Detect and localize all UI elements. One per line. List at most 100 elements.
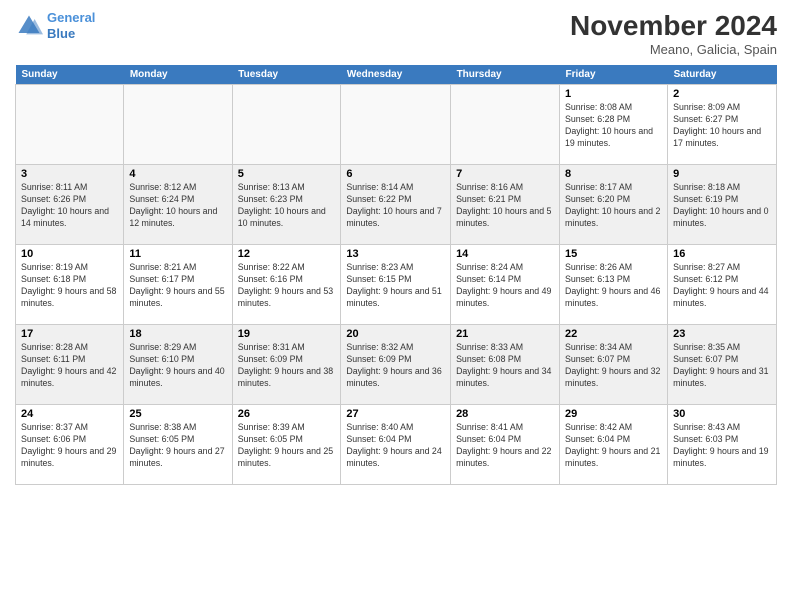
day-info: Sunrise: 8:34 AM Sunset: 6:07 PM Dayligh… (565, 342, 662, 390)
table-row: 30 Sunrise: 8:43 AM Sunset: 6:03 PM Dayli… (668, 405, 777, 485)
table-row (451, 85, 560, 165)
day-info: Sunrise: 8:17 AM Sunset: 6:20 PM Dayligh… (565, 182, 662, 230)
title-block: November 2024 Meano, Galicia, Spain (570, 10, 777, 57)
table-row: 9 Sunrise: 8:18 AM Sunset: 6:19 PM Daylig… (668, 165, 777, 245)
day-number: 10 (21, 248, 118, 260)
calendar-week-row: 10Sunrise: 8:19 AM Sunset: 6:18 PM Dayli… (16, 245, 777, 325)
table-row: 6 Sunrise: 8:14 AM Sunset: 6:22 PM Daylig… (341, 165, 451, 245)
table-row: 17 Sunrise: 8:28 AM Sunset: 6:11 PM Dayli… (16, 325, 124, 405)
col-tuesday: Tuesday (232, 65, 341, 85)
day-info: Sunrise: 8:39 AM Sunset: 6:05 PM Dayligh… (238, 422, 336, 470)
day-number: 16 (673, 248, 771, 260)
table-row: 21 Sunrise: 8:33 AM Sunset: 6:08 PM Dayli… (451, 325, 560, 405)
col-wednesday: Wednesday (341, 65, 451, 85)
logo-line1: General (47, 10, 95, 25)
calendar-table: Sunday Monday Tuesday Wednesday Thursday… (15, 65, 777, 485)
day-number: 18 (129, 328, 226, 340)
day-number: 12 (238, 248, 336, 260)
col-monday: Monday (124, 65, 232, 85)
day-number: 21 (456, 328, 554, 340)
table-row: 16 Sunrise: 8:27 AM Sunset: 6:12 PM Dayli… (668, 245, 777, 325)
table-row: 11 Sunrise: 8:21 AM Sunset: 6:17 PM Dayli… (124, 245, 232, 325)
day-info: Sunrise: 8:32 AM Sunset: 6:09 PM Dayligh… (346, 342, 445, 390)
day-number: 14 (456, 248, 554, 260)
day-info: Sunrise: 8:24 AM Sunset: 6:14 PM Dayligh… (456, 262, 554, 310)
day-number: 6 (346, 168, 445, 180)
table-row: 24Sunrise: 8:37 AM Sunset: 6:06 PM Dayli… (16, 405, 124, 485)
day-info: Sunrise: 8:29 AM Sunset: 6:10 PM Dayligh… (129, 342, 226, 390)
day-number: 25 (129, 408, 226, 420)
day-info: Sunrise: 8:33 AM Sunset: 6:08 PM Dayligh… (456, 342, 554, 390)
page: General Blue November 2024 Meano, Galici… (0, 0, 792, 612)
col-thursday: Thursday (451, 65, 560, 85)
day-info: Sunrise: 8:18 AM Sunset: 6:19 PM Dayligh… (673, 182, 771, 230)
day-number: 29 (565, 408, 662, 420)
table-row: 26Sunrise: 8:39 AM Sunset: 6:05 PM Dayli… (232, 405, 341, 485)
day-number: 13 (346, 248, 445, 260)
day-info: Sunrise: 8:22 AM Sunset: 6:16 PM Dayligh… (238, 262, 336, 310)
day-info: Sunrise: 8:38 AM Sunset: 6:05 PM Dayligh… (129, 422, 226, 470)
table-row: 7Sunrise: 8:16 AM Sunset: 6:21 PM Daylig… (451, 165, 560, 245)
table-row: 20 Sunrise: 8:32 AM Sunset: 6:09 PM Dayli… (341, 325, 451, 405)
col-friday: Friday (560, 65, 668, 85)
day-info: Sunrise: 8:09 AM Sunset: 6:27 PM Dayligh… (673, 102, 771, 150)
day-info: Sunrise: 8:35 AM Sunset: 6:07 PM Dayligh… (673, 342, 771, 390)
table-row: 15Sunrise: 8:26 AM Sunset: 6:13 PM Dayli… (560, 245, 668, 325)
day-number: 7 (456, 168, 554, 180)
logo-icon (15, 12, 43, 40)
day-number: 28 (456, 408, 554, 420)
day-number: 1 (565, 88, 662, 100)
day-info: Sunrise: 8:27 AM Sunset: 6:12 PM Dayligh… (673, 262, 771, 310)
table-row: 19Sunrise: 8:31 AM Sunset: 6:09 PM Dayli… (232, 325, 341, 405)
day-number: 23 (673, 328, 771, 340)
day-number: 11 (129, 248, 226, 260)
table-row: 27Sunrise: 8:40 AM Sunset: 6:04 PM Dayli… (341, 405, 451, 485)
table-row: 25 Sunrise: 8:38 AM Sunset: 6:05 PM Dayli… (124, 405, 232, 485)
day-number: 22 (565, 328, 662, 340)
day-info: Sunrise: 8:13 AM Sunset: 6:23 PM Dayligh… (238, 182, 336, 230)
table-row: 12 Sunrise: 8:22 AM Sunset: 6:16 PM Dayli… (232, 245, 341, 325)
table-row: 29 Sunrise: 8:42 AM Sunset: 6:04 PM Dayli… (560, 405, 668, 485)
table-row: 22 Sunrise: 8:34 AM Sunset: 6:07 PM Dayli… (560, 325, 668, 405)
day-info: Sunrise: 8:26 AM Sunset: 6:13 PM Dayligh… (565, 262, 662, 310)
day-info: Sunrise: 8:08 AM Sunset: 6:28 PM Dayligh… (565, 102, 662, 150)
day-info: Sunrise: 8:21 AM Sunset: 6:17 PM Dayligh… (129, 262, 226, 310)
day-info: Sunrise: 8:12 AM Sunset: 6:24 PM Dayligh… (129, 182, 226, 230)
day-number: 5 (238, 168, 336, 180)
day-number: 20 (346, 328, 445, 340)
day-number: 24 (21, 408, 118, 420)
table-row: 28 Sunrise: 8:41 AM Sunset: 6:04 PM Dayli… (451, 405, 560, 485)
col-saturday: Saturday (668, 65, 777, 85)
day-info: Sunrise: 8:43 AM Sunset: 6:03 PM Dayligh… (673, 422, 771, 470)
month-title: November 2024 (570, 10, 777, 42)
day-info: Sunrise: 8:41 AM Sunset: 6:04 PM Dayligh… (456, 422, 554, 470)
day-info: Sunrise: 8:42 AM Sunset: 6:04 PM Dayligh… (565, 422, 662, 470)
calendar-week-row: 1 Sunrise: 8:08 AM Sunset: 6:28 PM Daylig… (16, 85, 777, 165)
table-row: 8 Sunrise: 8:17 AM Sunset: 6:20 PM Daylig… (560, 165, 668, 245)
header: General Blue November 2024 Meano, Galici… (15, 10, 777, 57)
day-number: 3 (21, 168, 118, 180)
table-row: 14 Sunrise: 8:24 AM Sunset: 6:14 PM Dayli… (451, 245, 560, 325)
table-row: 3 Sunrise: 8:11 AM Sunset: 6:26 PM Daylig… (16, 165, 124, 245)
day-number: 4 (129, 168, 226, 180)
table-row: 2Sunrise: 8:09 AM Sunset: 6:27 PM Daylig… (668, 85, 777, 165)
table-row: 1 Sunrise: 8:08 AM Sunset: 6:28 PM Daylig… (560, 85, 668, 165)
table-row: 4 Sunrise: 8:12 AM Sunset: 6:24 PM Daylig… (124, 165, 232, 245)
day-number: 17 (21, 328, 118, 340)
table-row: 18 Sunrise: 8:29 AM Sunset: 6:10 PM Dayli… (124, 325, 232, 405)
day-number: 8 (565, 168, 662, 180)
day-info: Sunrise: 8:40 AM Sunset: 6:04 PM Dayligh… (346, 422, 445, 470)
logo-text: General Blue (47, 10, 95, 41)
day-info: Sunrise: 8:28 AM Sunset: 6:11 PM Dayligh… (21, 342, 118, 390)
table-row: 23 Sunrise: 8:35 AM Sunset: 6:07 PM Dayli… (668, 325, 777, 405)
day-number: 9 (673, 168, 771, 180)
location: Meano, Galicia, Spain (570, 42, 777, 57)
day-number: 30 (673, 408, 771, 420)
day-info: Sunrise: 8:14 AM Sunset: 6:22 PM Dayligh… (346, 182, 445, 230)
calendar-week-row: 24Sunrise: 8:37 AM Sunset: 6:06 PM Dayli… (16, 405, 777, 485)
table-row (16, 85, 124, 165)
table-row: 5 Sunrise: 8:13 AM Sunset: 6:23 PM Daylig… (232, 165, 341, 245)
day-info: Sunrise: 8:31 AM Sunset: 6:09 PM Dayligh… (238, 342, 336, 390)
day-info: Sunrise: 8:11 AM Sunset: 6:26 PM Dayligh… (21, 182, 118, 230)
logo: General Blue (15, 10, 95, 41)
